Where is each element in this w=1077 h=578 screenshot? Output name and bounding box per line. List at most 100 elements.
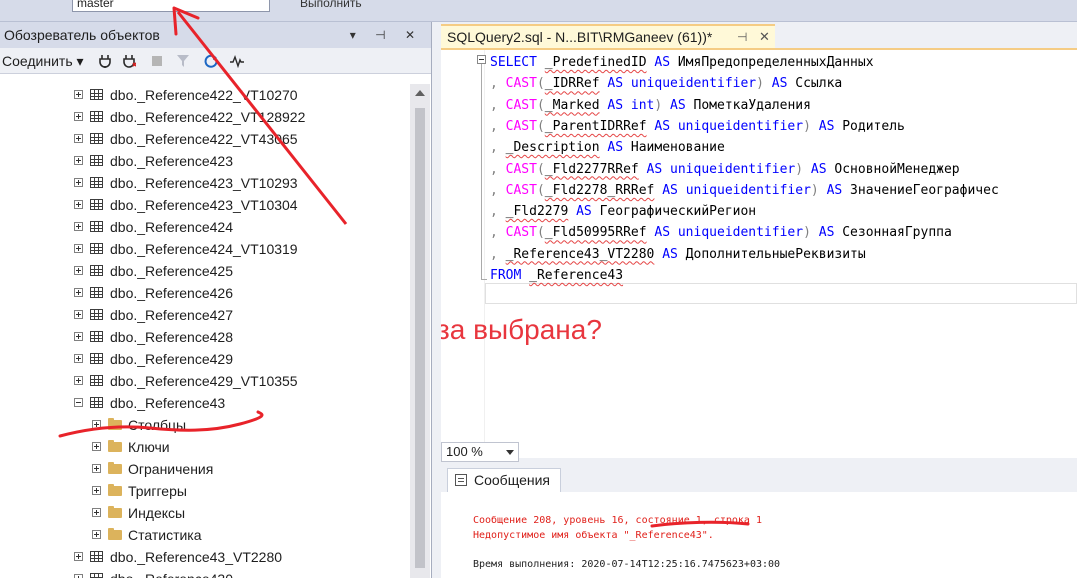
zoom-selector[interactable]: 100 % [441,442,519,462]
query-tab[interactable]: SQLQuery2.sql - N...BIT\RMGaneev (61))* … [441,24,775,48]
tree-node-label: Ограничения [128,461,214,477]
fold-guide-end [481,279,487,280]
expand-plus-icon[interactable] [74,354,83,363]
expand-plus-icon[interactable] [74,332,83,341]
messages-pane[interactable]: Сообщение 208, уровень 16, состояние 1, … [441,492,1077,578]
code-token: CAST [505,76,537,92]
tree-node[interactable]: dbo._Reference424_VT10319 [0,238,410,260]
collapse-minus-icon[interactable] [74,398,83,407]
scroll-up-arrow-icon[interactable] [415,90,425,96]
refresh-icon[interactable] [204,54,218,68]
folder-icon [108,506,122,518]
scroll-thumb[interactable] [415,108,425,568]
tab-messages-label: Сообщения [474,472,550,488]
expand-plus-icon[interactable] [74,134,83,143]
code-token: , [490,140,498,156]
connect-plug-icon[interactable] [98,54,112,68]
expand-plus-icon[interactable] [74,90,83,99]
expand-plus-icon[interactable] [74,288,83,297]
tree-node[interactable]: dbo._Reference43 [0,392,410,414]
tree-node[interactable]: dbo._Reference430 [0,568,410,578]
tree-node[interactable]: dbo._Reference428 [0,326,410,348]
tree-node[interactable]: dbo._Reference427 [0,304,410,326]
expand-plus-icon[interactable] [74,310,83,319]
table-icon [90,89,103,100]
expand-plus-icon[interactable] [74,376,83,385]
expand-plus-icon[interactable] [74,112,83,121]
code-line[interactable]: SELECT _PredefinedID AS ИмяПредопределен… [490,52,874,73]
expand-plus-icon[interactable] [74,266,83,275]
tree-node[interactable]: Статистика [0,524,410,546]
code-line[interactable]: , _Fld2279 AS ГеографическийРегион [490,201,756,222]
code-line[interactable]: FROM _Reference43 [490,265,623,286]
tree-node-label: dbo._Reference430 [110,568,233,578]
stop-icon[interactable] [150,54,164,68]
expand-plus-icon[interactable] [74,178,83,187]
code-token: СезоннаяГруппа [834,225,952,241]
tree-node[interactable]: Триггеры [0,480,410,502]
database-selector[interactable]: master [72,0,270,12]
tree-node[interactable]: dbo._Reference43_VT2280 [0,546,410,568]
tree-node[interactable]: Индексы [0,502,410,524]
execute-button[interactable]: Выполнить [300,0,362,10]
code-line[interactable]: , CAST(_Marked AS int) AS ПометкаУдалени… [490,95,811,116]
tree-node[interactable]: Ограничения [0,458,410,480]
expand-plus-icon[interactable] [92,508,101,517]
activity-monitor-icon[interactable] [230,54,244,68]
table-icon [90,265,103,276]
expand-plus-icon[interactable] [92,486,101,495]
expand-plus-icon[interactable] [74,574,83,578]
collapse-region-icon[interactable] [477,55,486,64]
code-line[interactable]: , CAST(_Fld2278_RRRef AS uniqueidentifie… [490,180,999,201]
expand-plus-icon[interactable] [74,156,83,165]
code-token: ( [536,182,545,198]
expand-plus-icon[interactable] [74,200,83,209]
tree-node[interactable]: Столбцы [0,414,410,436]
expand-plus-icon[interactable] [74,552,83,561]
panel-window-controls[interactable]: ▾ ⊣ ✕ [350,22,423,48]
tree-node[interactable]: dbo._Reference422_VT43065 [0,128,410,150]
tree-node[interactable]: dbo._Reference429 [0,348,410,370]
code-line[interactable]: , _Reference43_VT2280 AS ДополнительныеР… [490,244,866,265]
close-icon[interactable]: ✕ [759,26,770,48]
tree-node[interactable]: Ключи [0,436,410,458]
tree-node[interactable]: dbo._Reference425 [0,260,410,282]
chevron-down-icon[interactable] [506,450,514,455]
code-line[interactable]: , CAST(_Fld50995RRef AS uniqueidentifier… [490,222,952,243]
code-line[interactable]: , _Description AS Наименование [490,137,725,158]
tree-scrollbar[interactable] [410,84,430,578]
expand-plus-icon[interactable] [92,464,101,473]
code-line[interactable]: , CAST(_Fld2277RRef AS uniqueidentifier)… [490,159,960,180]
connect-button[interactable]: Соединить ▾ [2,48,84,74]
code-line[interactable]: , CAST(_ParentIDRRef AS uniqueidentifier… [490,116,905,137]
code-token: _ParentIDRRef [544,118,647,134]
expand-plus-icon[interactable] [92,530,101,539]
expand-plus-icon[interactable] [74,244,83,253]
disconnect-plug-icon[interactable] [122,54,136,68]
tree-node[interactable]: dbo._Reference423 [0,150,410,172]
filter-icon[interactable] [176,54,190,68]
tab-messages[interactable]: Сообщения [447,468,561,492]
tree-node[interactable]: dbo._Reference423_VT10293 [0,172,410,194]
tree-node[interactable]: dbo._Reference422_VT128922 [0,106,410,128]
expand-plus-icon[interactable] [92,420,101,429]
query-editor[interactable]: Какая база выбрана? SELECT _PredefinedID… [441,50,1077,458]
pin-icon[interactable]: ⊣ [737,26,747,48]
tree-node[interactable]: dbo._Reference426 [0,282,410,304]
expand-plus-icon[interactable] [92,442,101,451]
code-token: , [490,204,498,220]
code-token: AS [607,97,624,113]
code-token: , [490,225,498,241]
tree-node[interactable]: dbo._Reference422_VT10270 [0,84,410,106]
table-icon [90,287,103,298]
tree-node[interactable]: dbo._Reference424 [0,216,410,238]
code-line[interactable]: , CAST(_IDRRef AS uniqueidentifier) AS С… [490,73,842,94]
tree-node-label: Ключи [128,439,170,455]
messages-icon [455,474,467,486]
tree-node[interactable]: dbo._Reference429_VT10355 [0,370,410,392]
tree-node[interactable]: dbo._Reference423_VT10304 [0,194,410,216]
expand-plus-icon[interactable] [74,222,83,231]
